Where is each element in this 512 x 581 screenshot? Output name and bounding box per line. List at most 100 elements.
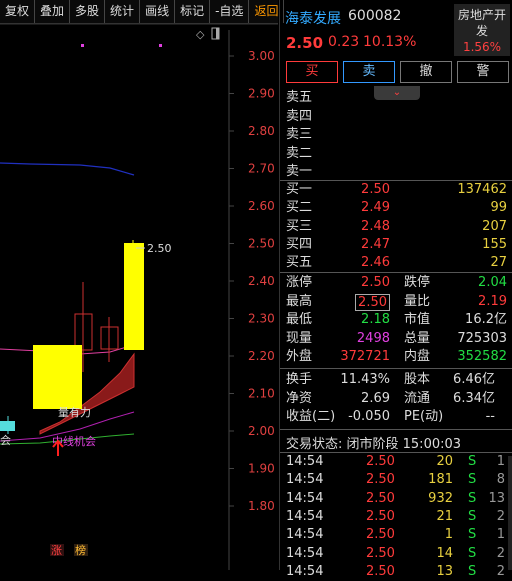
stat-label: 最低 [286,312,313,327]
stat-row: 涨停 2.50 跌停 2.04 [280,274,512,292]
bang-badge: 榜 [75,543,86,557]
stat-label: 外盘 [286,349,313,364]
price-axis-label: 2.50 [248,237,275,251]
bid-label: 买五 [286,255,313,271]
bid-volume: 99 [490,200,507,216]
toolbar-item[interactable]: 统计 [105,0,141,23]
bid-price: 2.46 [361,255,390,271]
bid-price: 2.50 [361,182,390,197]
bid-volume: 155 [482,236,507,252]
price-axis-label: 3.00 [248,49,275,63]
price-axis-label: 2.40 [248,274,275,288]
price-axis-label: 2.20 [248,349,275,363]
price-axis: 3.00 2.90 2.80 2.70 2.60 2.50 2.40 2.30 2.20 2.10… [229,49,275,513]
tick-volume: 13 [436,563,453,579]
tick-price: 2.50 [366,454,395,469]
quote-panel: 海泰发展 600082 2.50 0.23 10.13% 房地产开发 1.56%… [279,0,512,579]
stat-value: -0.050 [348,409,390,424]
stat-label: 收益(二) [286,409,336,424]
ask-row: 卖三 [280,126,512,144]
bid-volume: 137462 [457,182,507,197]
tick-price: 2.50 [366,545,395,561]
stock-code: 600082 [348,8,402,24]
tick-time: 14:54 [286,527,324,543]
stat-value: 6.46亿 [453,372,495,387]
ask-row: 卖二 [280,145,512,163]
price-axis-label: 2.80 [248,124,275,138]
stat-value: 2.50 [361,275,390,290]
tick-row: 14:54 2.50 13 S 2 [280,563,512,581]
tick-volume: 932 [428,490,453,506]
ask-row: 卖五 [280,89,512,107]
chart-toolbar: 复权 叠加 多股 统计 画线 标记 -自选 返回 [0,0,285,24]
tick-time: 14:54 [286,545,324,561]
tick-time: 14:54 [286,508,324,524]
stat-label: 最高 [286,293,313,309]
tick-count: 8 [496,472,505,488]
sell-button[interactable]: 卖 [343,61,395,83]
tick-price: 2.50 [366,508,395,524]
tick-price: 2.50 [366,527,395,543]
stat-value: 725303 [457,330,507,346]
stat-value: 2.50 [355,293,390,311]
stock-price: 2.50 [286,34,324,52]
stat-label: 总量 [404,330,431,346]
tick-count: 1 [496,527,505,543]
stat-label: 股本 [404,372,431,387]
high-marker-label: 2.50 [147,242,172,255]
stat-label: 市值 [404,312,431,327]
stat-label: 跌停 [404,275,431,290]
stat-label: PE(动) [404,409,444,424]
stock-change: 0.23 [328,34,360,50]
ask-row: 卖一 [280,163,512,181]
stat-value: 11.43% [340,372,390,387]
ask-label: 卖四 [286,108,313,124]
stat-value: 16.2亿 [465,312,507,327]
alert-button[interactable]: 警 [457,61,509,83]
tick-scrollbar[interactable] [508,456,512,570]
toolbar-item[interactable]: 复权 [0,0,36,23]
tick-volume: 181 [428,472,453,488]
toolbar-item[interactable]: 多股 [70,0,106,23]
bid-row: 买三 2.48 207 [280,218,512,236]
toolbar-item[interactable]: -自选 [210,0,250,23]
tick-count: 2 [496,545,505,561]
tick-time: 14:54 [286,454,324,469]
ask-label: 卖三 [286,127,313,142]
stat-value: 2.69 [361,390,390,406]
stat-label: 净资 [286,390,313,406]
stat-row: 换手 11.43% 股本 6.46亿 [280,371,512,389]
bid-price: 2.47 [361,236,390,252]
tick-row: 14:54 2.50 20 S 1 [280,453,512,471]
bid-label: 买三 [286,218,313,234]
cancel-button[interactable]: 撤 [400,61,452,83]
buy-button[interactable]: 买 [286,61,338,83]
kline-chart[interactable]: ◇ 2.50 量有力 中线机会 会 涨 榜 3.00 2.90 2.80 2.7… [0,23,278,570]
ask-label: 卖一 [286,164,313,179]
toolbar-item[interactable]: 画线 [140,0,176,23]
bid-row: 买五 2.46 27 [280,254,512,272]
sector-box[interactable]: 房地产开发 1.56% [454,4,510,56]
bid-label: 买四 [286,236,313,252]
tick-price: 2.50 [366,563,395,579]
tick-side: S [468,545,477,561]
tick-volume: 1 [444,527,453,543]
tick-side: S [468,527,477,543]
bid-row: 买二 2.49 99 [280,199,512,217]
tick-time: 14:54 [286,472,324,488]
sector-pct: 1.56% [462,40,502,54]
tick-side: S [468,563,477,579]
stat-row: 现量 2498 总量 725303 [280,330,512,348]
tick-row: 14:54 2.50 1 S 1 [280,526,512,544]
kline-svg: ◇ 2.50 量有力 中线机会 会 涨 榜 3.002.902.802.702.… [0,23,278,570]
stat-label: 现量 [286,330,313,346]
stat-value: 2.04 [478,275,507,290]
stat-label: 量比 [404,293,431,309]
bid-volume: 27 [490,255,507,271]
toolbar-item[interactable]: 标记 [175,0,211,23]
toolbar-item[interactable]: 叠加 [35,0,71,23]
tick-side: S [468,490,477,506]
stat-label: 内盘 [404,349,431,364]
stat-value: -- [485,409,495,424]
stat-value: 372721 [340,349,390,364]
